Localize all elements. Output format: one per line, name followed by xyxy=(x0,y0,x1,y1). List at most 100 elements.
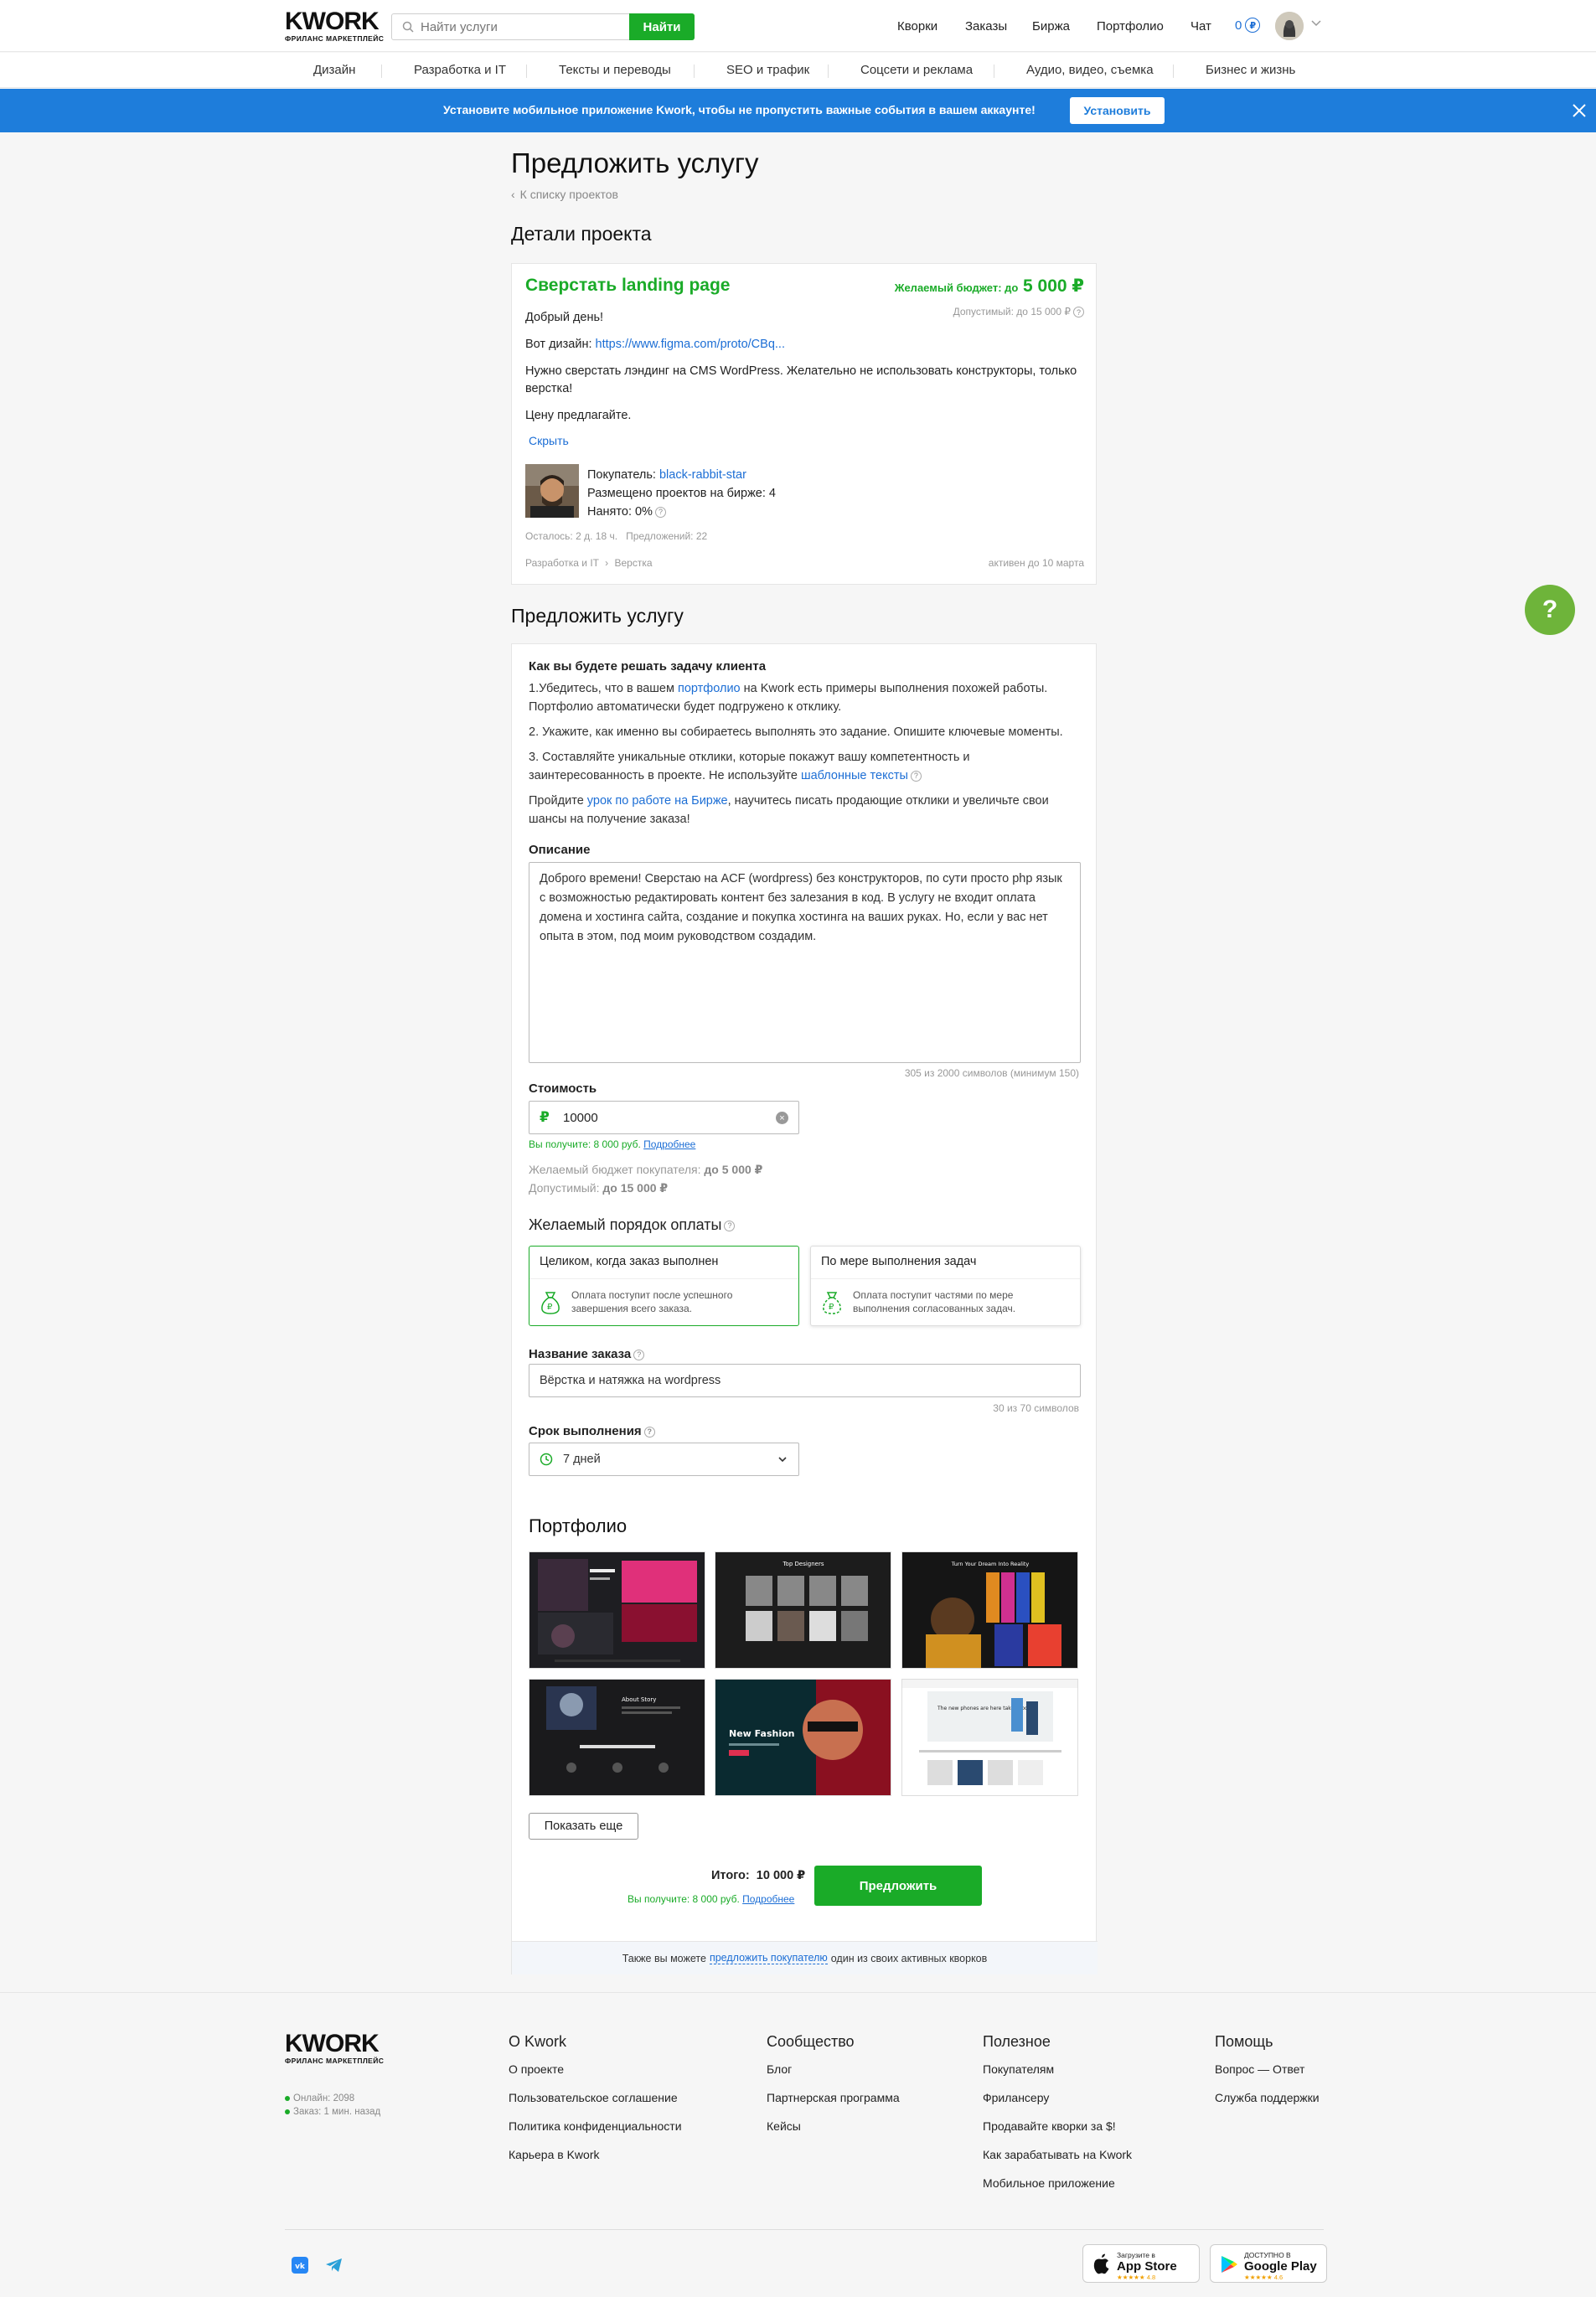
nav-chat[interactable]: Чат xyxy=(1191,19,1211,34)
search-button[interactable]: Найти xyxy=(629,13,695,40)
chevron-down-icon xyxy=(778,1457,787,1463)
help-button[interactable]: ? xyxy=(1525,585,1575,635)
footer-link[interactable]: Блог xyxy=(767,2062,900,2076)
buyer-budget-label: Желаемый бюджет покупателя: xyxy=(529,1163,701,1176)
app-banner: Установите мобильное приложение Kwork, ч… xyxy=(0,89,1596,132)
category-design[interactable]: Дизайн xyxy=(313,63,355,77)
footer-link[interactable]: Карьера в Kwork xyxy=(509,2148,682,2161)
receive-amount: Вы получите: 8 000 руб. xyxy=(529,1138,641,1150)
price-input[interactable]: ₽ 10000 × xyxy=(529,1101,799,1134)
question-icon[interactable]: ? xyxy=(910,770,922,782)
term-select[interactable]: 7 дней xyxy=(529,1443,799,1476)
footer-link[interactable]: Продавайте кворки за $! xyxy=(983,2119,1132,2133)
buyer-posted: Размещено проектов на бирже: 4 xyxy=(587,487,776,500)
offer-card: Как вы будете решать задачу клиента 1.Уб… xyxy=(511,643,1098,1974)
category-business[interactable]: Бизнес и жизнь xyxy=(1206,63,1295,77)
google-play-badge[interactable]: ДОСТУПНО В Google Play ★★★★★ 4.6 xyxy=(1210,2244,1327,2283)
clear-icon[interactable]: × xyxy=(776,1112,788,1124)
budget-label: Желаемый бюджет: до xyxy=(894,281,1019,294)
balance-amount: 0 xyxy=(1235,18,1242,33)
portfolio-link[interactable]: портфолио xyxy=(678,682,741,695)
question-icon[interactable]: ? xyxy=(724,1220,736,1231)
app-store-rating: ★★★★★ 4.8 xyxy=(1117,2274,1156,2281)
order-name-input[interactable]: Вёрстка и натяжка на wordpress xyxy=(529,1364,1081,1397)
nav-kworks[interactable]: Кворки xyxy=(897,19,937,34)
description-textarea[interactable]: Доброго времени! Сверстаю на ACF (wordpr… xyxy=(529,862,1081,1063)
project-p2-prefix: Вот дизайн: xyxy=(525,338,592,351)
portfolio-item-4[interactable]: About Story xyxy=(529,1679,705,1796)
payment-option-stages[interactable]: По мере выполнения задач ₽ Оплата поступ… xyxy=(810,1246,1081,1326)
buyer-avatar[interactable] xyxy=(525,464,579,518)
footer-link[interactable]: Пользовательское соглашение xyxy=(509,2091,682,2104)
footer-link[interactable]: Вопрос — Ответ xyxy=(1215,2062,1320,2076)
portfolio-item-5[interactable]: New Fashion xyxy=(715,1679,891,1796)
telegram-icon[interactable] xyxy=(325,2257,343,2274)
thumb-caption-5: New Fashion xyxy=(729,1728,795,1739)
question-icon[interactable]: ? xyxy=(643,1426,655,1438)
close-icon[interactable] xyxy=(1572,103,1587,118)
category-social[interactable]: Соцсети и реклама xyxy=(860,63,973,77)
step-1-text-a: 1.Убедитесь, что в вашем xyxy=(529,682,674,695)
footer-link[interactable]: Фрилансеру xyxy=(983,2091,1132,2104)
step-4: Пройдите урок по работе на Бирже, научит… xyxy=(529,792,1082,828)
category-link[interactable]: Разработка и IT xyxy=(525,557,599,569)
more-link[interactable]: Подробнее xyxy=(643,1138,695,1150)
show-more-button[interactable]: Показать еще xyxy=(529,1813,638,1840)
question-icon[interactable]: ? xyxy=(633,1349,645,1360)
allowed-label: Допустимый: xyxy=(529,1181,600,1195)
buyer-name-link[interactable]: black-rabbit-star xyxy=(659,468,746,482)
figma-link[interactable]: https://www.figma.com/proto/CBq... xyxy=(596,338,785,351)
install-button[interactable]: Установить xyxy=(1070,97,1165,124)
submit-button[interactable]: Предложить xyxy=(814,1866,982,1906)
category-texts[interactable]: Тексты и переводы xyxy=(559,63,671,77)
logo[interactable]: KWORK ФРИЛАНС МАРКЕТПЛЕЙС xyxy=(285,9,384,44)
vk-icon[interactable]: vk xyxy=(292,2257,308,2274)
order-name-label: Название заказа? xyxy=(529,1347,645,1361)
offer-to-buyer-link[interactable]: предложить покупателю xyxy=(709,1952,828,1964)
project-p3: Нужно сверстать лэндинг на CMS WordPress… xyxy=(525,364,1077,395)
category-seo[interactable]: SEO и трафик xyxy=(726,63,809,77)
chevron-down-icon[interactable] xyxy=(1311,20,1321,27)
balance[interactable]: 0 ₽ xyxy=(1235,18,1261,33)
footer-link[interactable]: О проекте xyxy=(509,2062,682,2076)
footer-link[interactable]: Политика конфиденциальности xyxy=(509,2119,682,2133)
portfolio-item-1[interactable] xyxy=(529,1551,705,1669)
template-texts-link[interactable]: шаблонные тексты xyxy=(801,769,908,782)
project-title[interactable]: Сверстать landing page xyxy=(525,276,730,296)
portfolio-item-2[interactable]: Top Designers xyxy=(715,1551,891,1669)
payment-option-full[interactable]: Целиком, когда заказ выполнен ₽ Оплата п… xyxy=(529,1246,799,1326)
app-store-badge[interactable]: Загрузите в App Store ★★★★★ 4.8 xyxy=(1082,2244,1200,2283)
portfolio-item-6[interactable]: The new phones are here take a look xyxy=(901,1679,1078,1796)
description-counter: 305 из 2000 символов (минимум 150) xyxy=(904,1067,1079,1079)
footer-link[interactable]: Как зарабатывать на Kwork xyxy=(983,2148,1132,2161)
nav-portfolio[interactable]: Портфолио xyxy=(1097,19,1164,34)
portfolio-item-3[interactable]: Turn Your Dream Into Reality xyxy=(901,1551,1078,1669)
footer-col-title: Помощь xyxy=(1215,2033,1273,2050)
search-input[interactable] xyxy=(421,14,597,39)
lesson-link[interactable]: урок по работе на Бирже xyxy=(587,794,728,808)
back-link[interactable]: ‹ К списку проектов xyxy=(511,188,618,201)
category-media[interactable]: Аудио, видео, съемка xyxy=(1026,63,1154,77)
payment-option-stages-desc: Оплата поступит частями по мере выполнен… xyxy=(853,1289,1016,1314)
footer-link[interactable]: Партнерская программа xyxy=(767,2091,900,2104)
nav-orders[interactable]: Заказы xyxy=(965,19,1007,34)
footer-link[interactable]: Мобильное приложение xyxy=(983,2176,1132,2190)
google-play-icon xyxy=(1222,2256,1237,2273)
footer-logo[interactable]: KWORK ФРИЛАНС МАРКЕТПЛЕЙС xyxy=(285,2031,384,2066)
footer-link[interactable]: Покупателям xyxy=(983,2062,1132,2076)
offer-heading: Предложить услугу xyxy=(511,605,684,627)
footer-link[interactable]: Служба поддержки xyxy=(1215,2091,1320,2104)
question-icon[interactable]: ? xyxy=(654,506,666,518)
search-icon xyxy=(402,21,414,33)
total-more-link[interactable]: Подробнее xyxy=(742,1893,794,1905)
subcategory-link[interactable]: Верстка xyxy=(614,557,652,569)
footer-link[interactable]: Кейсы xyxy=(767,2119,900,2133)
nav-exchange[interactable]: Биржа xyxy=(1032,19,1070,34)
category-nav: Дизайн Разработка и IT Тексты и переводы… xyxy=(0,53,1596,88)
project-budget: Желаемый бюджет: до 5 000 ₽ xyxy=(895,276,1084,297)
total: Итого: 10 000 ₽ xyxy=(711,1869,805,1882)
total-label: Итого: xyxy=(711,1869,750,1882)
category-dev[interactable]: Разработка и IT xyxy=(414,63,506,77)
hide-link[interactable]: Скрыть xyxy=(529,434,569,447)
user-avatar[interactable] xyxy=(1275,12,1304,40)
